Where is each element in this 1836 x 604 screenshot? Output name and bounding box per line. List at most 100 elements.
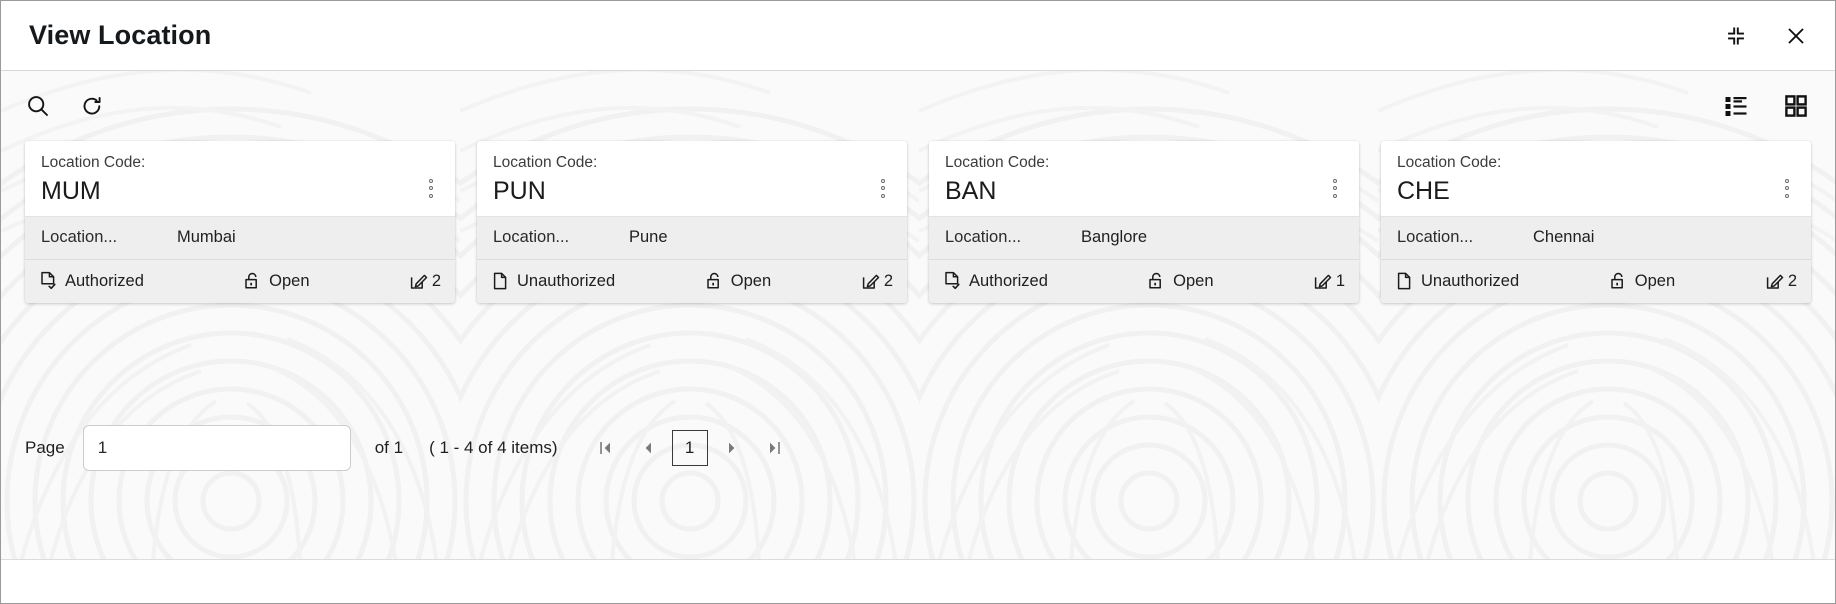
previous-page-icon [638,438,658,458]
more-options-icon-dot [1785,194,1789,198]
close-button[interactable] [1779,19,1813,53]
search-icon [25,93,51,119]
document-icon [491,271,510,291]
lock-status[interactable]: Open [243,271,309,291]
restore-down-icon [1725,25,1747,47]
more-options-icon-dot [429,179,433,183]
card-detail-row: Location... Chennai [1381,216,1811,259]
more-options-button[interactable] [1325,171,1345,205]
edit-count[interactable]: 2 [1765,271,1797,291]
card-header: Location Code: PUN [477,141,907,216]
more-options-icon-dot [1333,194,1337,198]
document-icon [1395,271,1414,291]
edit-count-label: 2 [1788,272,1797,291]
location-card-grid: Location Code: MUM Location... Mumbai [1,141,1835,303]
card-detail-row: Location... Mumbai [25,216,455,259]
card-code-value: CHE [1397,176,1777,207]
more-options-icon-dot [429,194,433,198]
toolbar-right-actions [1719,89,1813,123]
lock-status[interactable]: Open [705,271,771,291]
card-header-texts: Location Code: MUM [41,153,421,206]
authorization-status[interactable]: Unauthorized [1395,271,1609,291]
view-location-window: View Location [0,0,1836,604]
lock-status-label: Open [731,272,771,291]
grid-view-button[interactable] [1779,89,1813,123]
edit-count-label: 1 [1336,272,1345,291]
last-page-button[interactable] [756,431,792,465]
lock-status[interactable]: Open [1609,271,1675,291]
edit-count[interactable]: 1 [1313,271,1345,291]
unlock-icon [243,271,262,291]
authorization-status-label: Authorized [65,272,144,291]
card-header: Location Code: MUM [25,141,455,216]
content-area: Location Code: MUM Location... Mumbai [1,71,1835,559]
authorization-status[interactable]: Authorized [943,271,1147,291]
next-page-icon [722,438,742,458]
lock-status[interactable]: Open [1147,271,1213,291]
card-header-texts: Location Code: PUN [493,153,873,206]
first-page-button[interactable] [588,431,624,465]
edit-count[interactable]: 2 [409,271,441,291]
card-header-texts: Location Code: BAN [945,153,1325,206]
more-options-icon-dot [1333,179,1337,183]
edit-square-icon [1765,271,1785,291]
titlebar-actions [1719,19,1813,53]
page-title: View Location [29,20,211,51]
card-code-value: BAN [945,176,1325,207]
edit-count[interactable]: 2 [861,271,893,291]
edit-square-icon [409,271,429,291]
document-check-icon [39,271,58,291]
total-pages-text: of 1 [375,438,403,458]
edit-count-label: 2 [432,272,441,291]
pagination-controls: 1 [588,430,792,466]
last-page-icon [764,438,784,458]
card-detail-label: Location... [945,228,1081,247]
first-page-icon [596,438,616,458]
page-number-button[interactable]: 1 [672,430,708,466]
authorization-status[interactable]: Unauthorized [491,271,705,291]
card-detail-row: Location... Banglore [929,216,1359,259]
card-code-label: Location Code: [493,153,873,174]
edit-square-icon [1313,271,1333,291]
card-footer: Authorized Open [929,259,1359,303]
edit-count-label: 2 [884,272,893,291]
window-titlebar: View Location [1,1,1835,71]
more-options-button[interactable] [873,171,893,205]
unlock-icon [1147,271,1166,291]
list-view-button[interactable] [1719,89,1753,123]
more-options-button[interactable] [1777,171,1797,205]
card-footer: Unauthorized Open [477,259,907,303]
restore-down-button[interactable] [1719,19,1753,53]
authorization-status-label: Unauthorized [1421,272,1519,291]
lock-status-label: Open [1635,272,1675,291]
pagination-bar: Page of 1 ( 1 - 4 of 4 items) 1 [1,425,1835,471]
card-detail-value: Banglore [1081,228,1343,247]
page-label: Page [25,438,65,458]
location-card[interactable]: Location Code: BAN Location... Banglore [929,141,1359,303]
more-options-button[interactable] [421,171,441,205]
card-detail-value: Chennai [1533,228,1795,247]
lock-status-label: Open [1173,272,1213,291]
next-page-button[interactable] [714,431,750,465]
search-button[interactable] [21,89,55,123]
edit-square-icon [861,271,881,291]
card-detail-label: Location... [493,228,629,247]
card-header-texts: Location Code: CHE [1397,153,1777,206]
grid-view-icon [1783,93,1809,119]
more-options-icon-dot [881,186,885,190]
location-card[interactable]: Location Code: CHE Location... Chennai [1381,141,1811,303]
refresh-button[interactable] [75,89,109,123]
authorization-status[interactable]: Authorized [39,271,243,291]
unlock-icon [1609,271,1628,291]
card-code-label: Location Code: [945,153,1325,174]
page-input[interactable] [83,425,351,471]
more-options-icon-dot [881,194,885,198]
refresh-icon [79,93,105,119]
card-detail-label: Location... [41,228,177,247]
more-options-icon-dot [1333,186,1337,190]
location-card[interactable]: Location Code: MUM Location... Mumbai [25,141,455,303]
content-toolbar [1,71,1835,141]
list-view-icon [1723,93,1749,119]
previous-page-button[interactable] [630,431,666,465]
location-card[interactable]: Location Code: PUN Location... Pune [477,141,907,303]
